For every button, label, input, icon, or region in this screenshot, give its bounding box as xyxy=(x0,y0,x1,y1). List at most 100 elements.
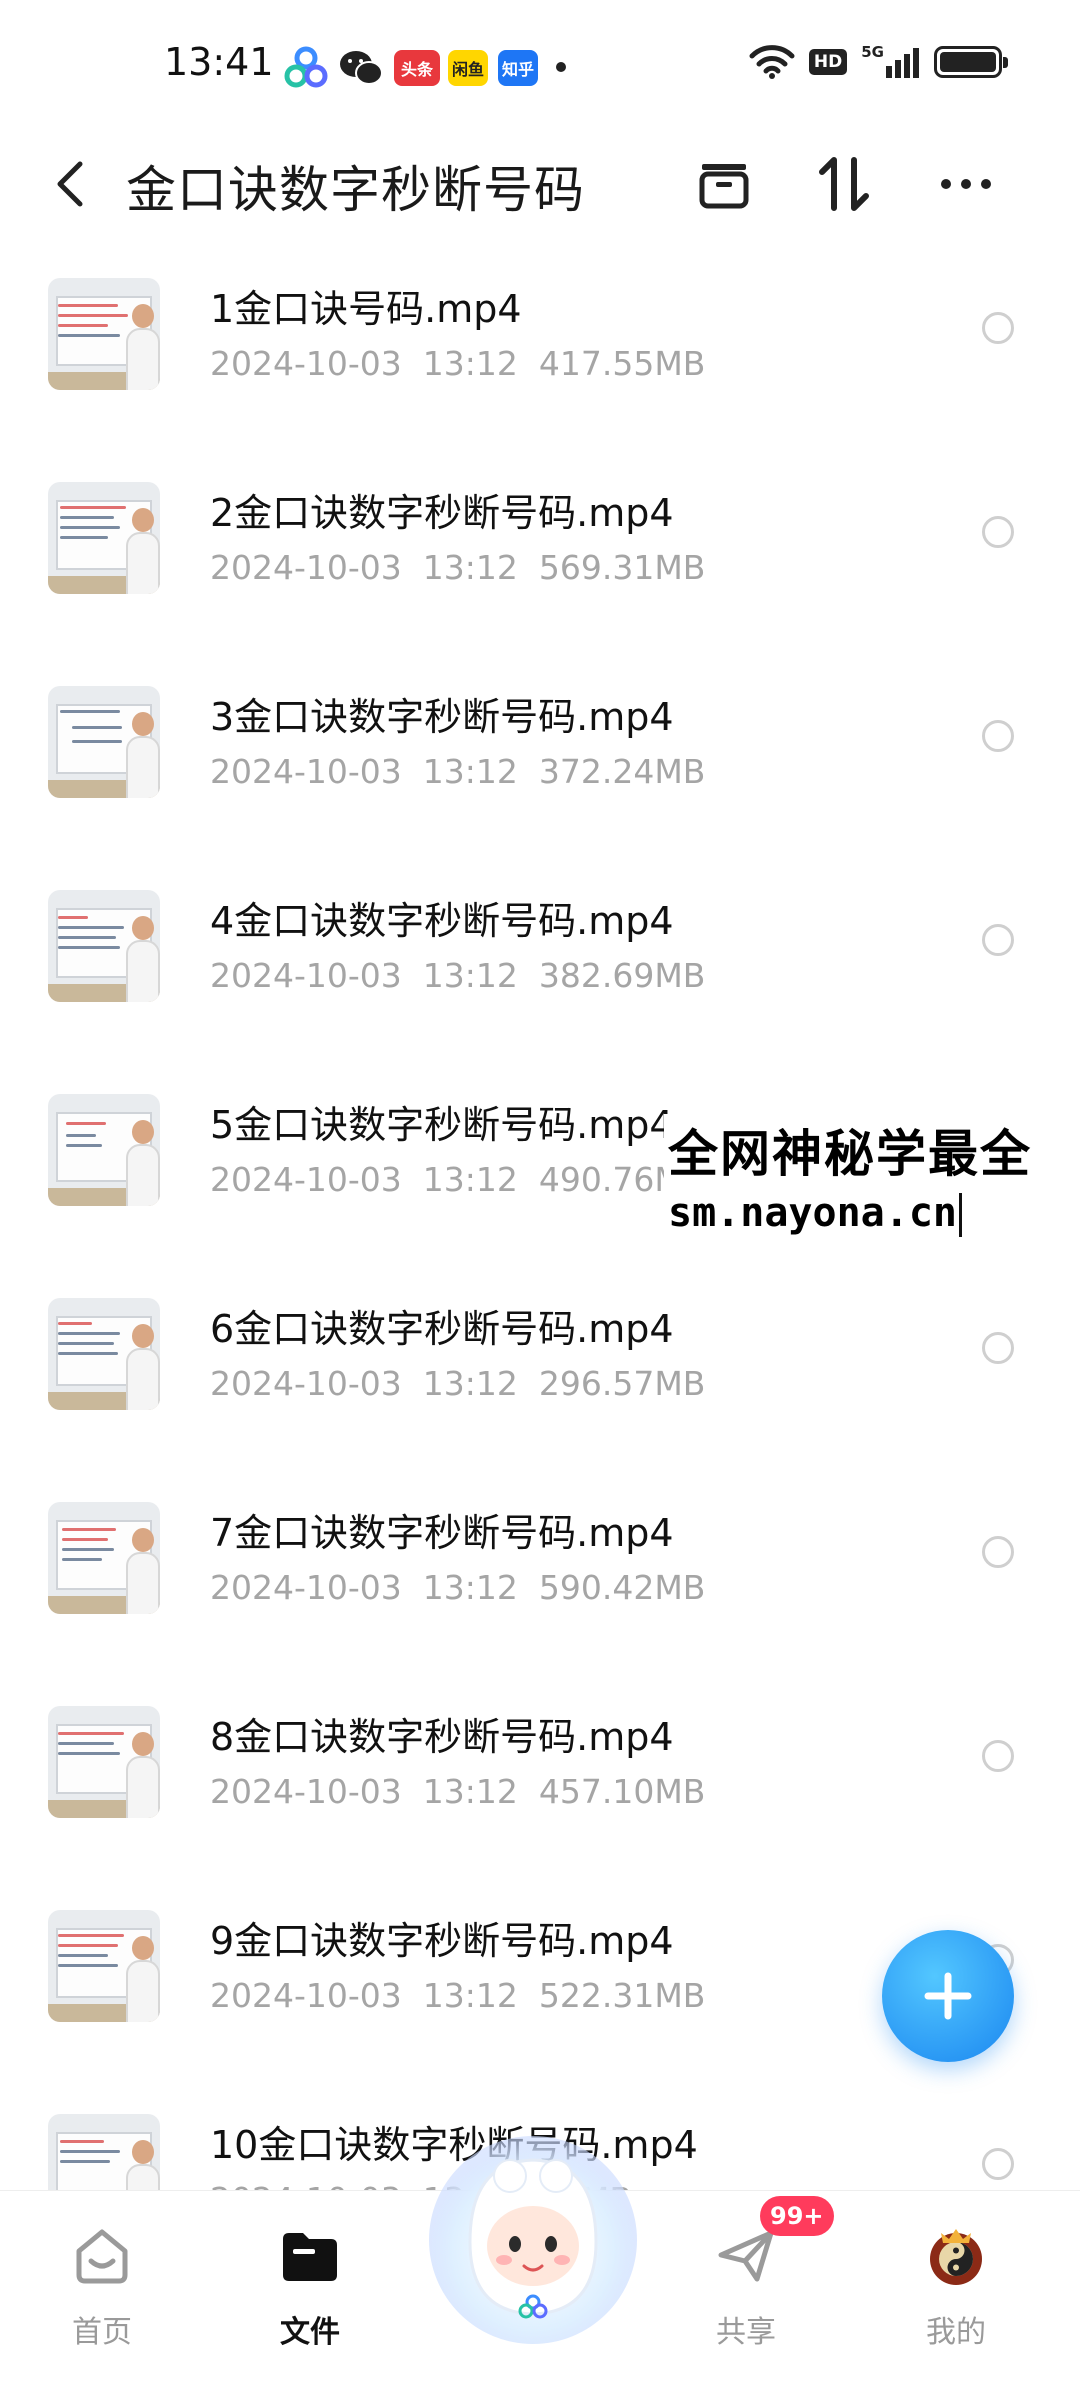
wifi-icon xyxy=(749,45,795,79)
status-bar: 13:41 头条 闲鱼 知乎 HD 5G xyxy=(0,0,1080,120)
file-size: 522.31MB xyxy=(538,1976,706,2015)
select-checkbox[interactable] xyxy=(982,1740,1014,1772)
video-thumbnail xyxy=(48,1502,160,1614)
chevron-left-icon xyxy=(57,161,83,207)
file-meta: 2024-10-03 13:12 417.55MB xyxy=(210,344,705,383)
file-row[interactable]: 2金口诀数字秒断号码.mp4 2024-10-03 13:12 569.31MB xyxy=(0,462,1080,666)
file-date: 2024-10-03 xyxy=(210,1364,402,1403)
file-row[interactable]: 4金口诀数字秒断号码.mp4 2024-10-03 13:12 382.69MB xyxy=(0,870,1080,1074)
file-row[interactable]: 8金口诀数字秒断号码.mp4 2024-10-03 13:12 457.10MB xyxy=(0,1686,1080,1890)
ai-assistant-mascot-button[interactable] xyxy=(420,2122,646,2348)
file-name: 7金口诀数字秒断号码.mp4 xyxy=(210,1511,674,1555)
select-checkbox[interactable] xyxy=(982,1536,1014,1568)
file-name: 3金口诀数字秒断号码.mp4 xyxy=(210,695,674,739)
file-meta: 2024-10-03 13:12 522.31MB xyxy=(210,1976,705,2015)
file-date: 2024-10-03 xyxy=(210,1772,402,1811)
file-time: 13:12 xyxy=(422,1364,518,1403)
select-checkbox[interactable] xyxy=(982,720,1014,752)
file-size: 417.55MB xyxy=(538,344,706,383)
nav-home[interactable]: 首页 xyxy=(22,2213,182,2383)
watermark-text: 全网神秘学最全 xyxy=(668,1125,1032,1183)
file-time: 13:12 xyxy=(422,1568,518,1607)
file-name: 6金口诀数字秒断号码.mp4 xyxy=(210,1307,674,1351)
nav-profile[interactable]: 我的 xyxy=(876,2213,1036,2383)
more-icon xyxy=(941,179,991,189)
nav-files[interactable]: 文件 xyxy=(230,2213,390,2383)
file-size: 372.24MB xyxy=(538,752,706,791)
file-date: 2024-10-03 xyxy=(210,1568,402,1607)
zhihu-app-icon: 知乎 xyxy=(498,50,538,86)
watermark-overlay: 全网神秘学最全 sm.nayona.cn xyxy=(664,1114,1064,1241)
hd-badge: HD xyxy=(808,49,848,75)
file-name: 2金口诀数字秒断号码.mp4 xyxy=(210,491,674,535)
file-name: 4金口诀数字秒断号码.mp4 xyxy=(210,899,674,943)
video-thumbnail xyxy=(48,482,160,594)
nav-share-label: 共享 xyxy=(716,2315,776,2350)
folder-icon xyxy=(283,2233,337,2281)
file-time: 13:12 xyxy=(422,344,518,383)
status-indicators: HD 5G xyxy=(749,43,1008,80)
file-row[interactable]: 6金口诀数字秒断号码.mp4 2024-10-03 13:12 296.57MB xyxy=(0,1278,1080,1482)
share-notification-badge: 99+ xyxy=(760,2196,834,2236)
file-size: 590.42MB xyxy=(538,1568,706,1607)
sort-icon xyxy=(819,157,869,211)
file-row[interactable]: 1金口诀号码.mp4 2024-10-03 13:12 417.55MB xyxy=(0,258,1080,462)
file-browser-screen: 13:41 头条 闲鱼 知乎 HD 5G 金口诀数字秒断号码 1金口诀号码.mp… xyxy=(0,0,1080,2400)
file-date: 2024-10-03 xyxy=(210,956,402,995)
archive-icon xyxy=(699,164,749,209)
page-title: 金口诀数字秒断号码 xyxy=(126,161,585,219)
select-checkbox[interactable] xyxy=(982,2148,1014,2180)
top-app-bar: 金口诀数字秒断号码 xyxy=(0,120,1080,240)
back-button[interactable] xyxy=(46,156,94,212)
signal-icon xyxy=(886,48,919,78)
nav-home-label: 首页 xyxy=(72,2315,132,2350)
video-thumbnail xyxy=(48,1910,160,2022)
more-options-button[interactable] xyxy=(930,148,1002,220)
file-name: 8金口诀数字秒断号码.mp4 xyxy=(210,1715,674,1759)
file-size: 296.57MB xyxy=(538,1364,706,1403)
network-type-label: 5G xyxy=(861,43,884,61)
file-name: 5金口诀数字秒断号码.mp4 xyxy=(210,1103,674,1147)
video-thumbnail xyxy=(48,1298,160,1410)
file-meta: 2024-10-03 13:12 490.76MB xyxy=(210,1160,705,1199)
file-time: 13:12 xyxy=(422,1976,518,2015)
file-time: 13:12 xyxy=(422,1160,518,1199)
video-thumbnail xyxy=(48,1094,160,1206)
plus-icon xyxy=(924,1972,972,2020)
file-row[interactable]: 3金口诀数字秒断号码.mp4 2024-10-03 13:12 372.24MB xyxy=(0,666,1080,870)
sort-button[interactable] xyxy=(808,148,880,220)
archive-button[interactable] xyxy=(688,148,760,220)
file-meta: 2024-10-03 13:12 590.42MB xyxy=(210,1568,705,1607)
file-size: 382.69MB xyxy=(538,956,706,995)
file-time: 13:12 xyxy=(422,956,518,995)
select-checkbox[interactable] xyxy=(982,516,1014,548)
add-button[interactable] xyxy=(882,1930,1014,2062)
xianyu-app-icon: 闲鱼 xyxy=(448,50,488,86)
file-date: 2024-10-03 xyxy=(210,1160,402,1199)
file-meta: 2024-10-03 13:12 382.69MB xyxy=(210,956,705,995)
video-thumbnail xyxy=(48,1706,160,1818)
baidu-netdisk-app-icon xyxy=(284,46,328,88)
toutiao-app-icon: 头条 xyxy=(394,50,440,86)
select-checkbox[interactable] xyxy=(982,312,1014,344)
file-time: 13:12 xyxy=(422,1772,518,1811)
wechat-app-icon xyxy=(340,51,383,85)
file-size: 569.31MB xyxy=(538,548,706,587)
file-name: 9金口诀数字秒断号码.mp4 xyxy=(210,1919,674,1963)
status-time: 13:41 xyxy=(164,40,274,84)
battery-icon xyxy=(934,46,1008,78)
nav-files-label: 文件 xyxy=(280,2315,340,2350)
file-time: 13:12 xyxy=(422,752,518,791)
select-checkbox[interactable] xyxy=(982,924,1014,956)
file-row[interactable]: 7金口诀数字秒断号码.mp4 2024-10-03 13:12 590.42MB xyxy=(0,1482,1080,1686)
file-name: 1金口诀号码.mp4 xyxy=(210,287,522,331)
profile-avatar-icon xyxy=(930,2229,982,2285)
file-date: 2024-10-03 xyxy=(210,344,402,383)
file-time: 13:12 xyxy=(422,548,518,587)
file-meta: 2024-10-03 13:12 457.10MB xyxy=(210,1772,705,1811)
file-date: 2024-10-03 xyxy=(210,1976,402,2015)
nav-share[interactable]: 共享 xyxy=(666,2213,826,2383)
file-date: 2024-10-03 xyxy=(210,548,402,587)
video-thumbnail xyxy=(48,686,160,798)
select-checkbox[interactable] xyxy=(982,1332,1014,1364)
